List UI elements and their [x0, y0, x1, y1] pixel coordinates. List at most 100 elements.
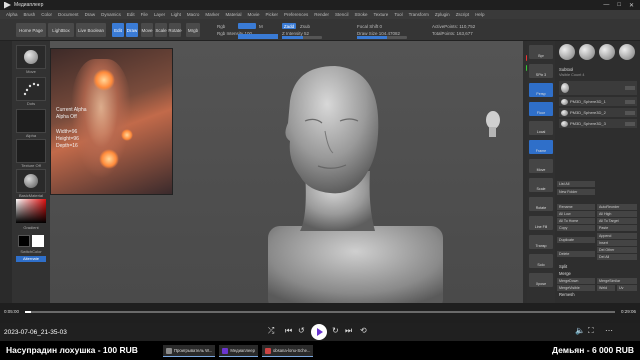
rewind-icon[interactable]: ↺	[298, 326, 305, 335]
list-all-button[interactable]: List All	[557, 181, 595, 187]
material-slot[interactable]	[16, 169, 46, 193]
subtool-row-2[interactable]: PM3D_Sphere3D_2	[559, 108, 637, 117]
zadd-button[interactable]: Zadd	[282, 23, 296, 29]
uv-button[interactable]: Uv	[617, 285, 637, 291]
rename-button[interactable]: Rename	[557, 204, 595, 210]
live-boolean-button[interactable]: Live Boolean	[76, 23, 106, 37]
volume-icon[interactable]: 🔈	[575, 326, 585, 335]
duplicate-button[interactable]: Duplicate	[557, 237, 595, 243]
merge-visible-button[interactable]: MergeVisible	[557, 285, 595, 291]
tool-thumb-3[interactable]	[599, 44, 615, 60]
close-button[interactable]: ✕	[629, 2, 634, 9]
move-button[interactable]: Move	[141, 23, 153, 37]
zmenu-item-movie[interactable]: Movie	[247, 12, 259, 17]
view-transp-button[interactable]: Transp	[529, 235, 553, 249]
zmenu-item-help[interactable]: Help	[475, 12, 484, 17]
merge-header[interactable]: Merge	[559, 271, 571, 276]
z-intensity-slider[interactable]	[282, 36, 322, 39]
view-solo-button[interactable]: Solo	[529, 254, 553, 268]
view-local-button[interactable]: Local	[529, 121, 553, 135]
zmenu-item-macro[interactable]: Macro	[187, 12, 200, 17]
weld-button[interactable]: Weld	[597, 285, 615, 291]
remesh-header[interactable]: Remesh	[559, 292, 575, 297]
rgb-intensity-slider[interactable]	[238, 34, 278, 39]
tool-thumb-4[interactable]	[619, 44, 635, 60]
tool-thumb-2[interactable]	[579, 44, 595, 60]
del-all-button[interactable]: Del All	[597, 254, 637, 260]
zmenu-item-zscript[interactable]: Zscript	[456, 12, 470, 17]
view-scale-button[interactable]: Scale	[529, 178, 553, 192]
zmenu-item-transform[interactable]: Transform	[409, 12, 429, 17]
repeat-icon[interactable]: ⟲	[360, 326, 367, 335]
autoreorder-button[interactable]: AutoReorder	[597, 204, 637, 210]
view-persp-button[interactable]: Persp	[529, 83, 553, 97]
zmenu-item-dynamics[interactable]: Dynamics	[101, 12, 121, 17]
navigation-head[interactable]	[483, 108, 503, 138]
zmenu-item-file[interactable]: File	[141, 12, 148, 17]
previous-icon[interactable]: ⏮	[285, 326, 292, 336]
edit-button[interactable]: Edit	[112, 23, 124, 37]
zmenu-item-tool[interactable]: Tool	[394, 12, 402, 17]
rgb-toggle[interactable]	[238, 23, 256, 29]
draw-size-slider[interactable]	[357, 36, 407, 39]
zmenu-item-zplugin[interactable]: Zplugin	[435, 12, 450, 17]
stroke-slot[interactable]	[16, 77, 46, 101]
zmenu-item-edit[interactable]: Edit	[127, 12, 135, 17]
taskbar-item-3[interactable]: obsana-lonu-Sche...	[261, 345, 314, 357]
zmenu-item-picker[interactable]: Picker	[265, 12, 278, 17]
subtool-title[interactable]: Subtool	[559, 67, 573, 72]
new-folder-button[interactable]: New Folder	[557, 189, 595, 195]
texture-slot[interactable]	[16, 139, 46, 163]
all-high-button[interactable]: All High	[597, 211, 637, 217]
zmenu-item-preferences[interactable]: Preferences	[284, 12, 308, 17]
append-button[interactable]: Append	[597, 233, 637, 239]
zmenu-item-alpha[interactable]: Alpha	[6, 12, 18, 17]
shuffle-icon[interactable]: ⤮	[268, 326, 274, 336]
brush-slot[interactable]	[16, 45, 46, 69]
zmenu-item-draw[interactable]: Draw	[85, 12, 96, 17]
next-icon[interactable]: ⏭	[345, 326, 352, 336]
zmenu-item-light[interactable]: Light	[171, 12, 181, 17]
forward-icon[interactable]: ↻	[332, 326, 339, 335]
switch-color-label[interactable]: SwitchColor	[16, 249, 46, 254]
zmenu-item-marker[interactable]: Marker	[205, 12, 219, 17]
insert-button[interactable]: Insert	[597, 240, 637, 246]
taskbar-item-2[interactable]: Медиаплеер	[219, 345, 258, 357]
subtool-row-1[interactable]: PM3D_Sphere3D_1	[559, 97, 637, 106]
zmenu-item-render[interactable]: Render	[314, 12, 329, 17]
minimize-button[interactable]: —	[603, 2, 609, 9]
fullscreen-icon[interactable]: ⛶	[588, 326, 594, 336]
zmenu-item-layer[interactable]: Layer	[154, 12, 165, 17]
color-picker[interactable]	[16, 199, 46, 223]
zsub-label[interactable]: Zsub	[300, 24, 310, 29]
del-other-button[interactable]: Del Other	[597, 247, 637, 253]
lightbox-button[interactable]: LightBox	[48, 23, 74, 37]
scale-button[interactable]: Scale	[155, 23, 167, 37]
delete-button[interactable]: Delete	[557, 251, 595, 257]
view-xpose-button[interactable]: Xpose	[529, 273, 553, 287]
zmenu-item-texture[interactable]: Texture	[374, 12, 389, 17]
merge-down-button[interactable]: MergeDown	[557, 278, 595, 284]
alpha-slot[interactable]	[16, 109, 46, 133]
draw-button[interactable]: Draw	[126, 23, 138, 37]
copy-button[interactable]: Copy	[557, 225, 595, 231]
subtool-row-3[interactable]: PM3D_Sphere3D_3	[559, 119, 637, 128]
view-line-fill-button[interactable]: Line Fill	[529, 216, 553, 230]
taskbar-item-1[interactable]: Проигрыватель W...	[163, 345, 216, 357]
rotate-button[interactable]: Rotate	[168, 23, 182, 37]
more-icon[interactable]: ⋯	[605, 326, 613, 335]
maximize-button[interactable]: □	[617, 2, 621, 9]
tool-thumb-1[interactable]	[559, 44, 575, 60]
zmenu-item-stroke[interactable]: Stroke	[355, 12, 368, 17]
view-move-button[interactable]: Move	[529, 159, 553, 173]
home-page-button[interactable]: Home Page	[16, 23, 46, 37]
zmenu-item-material[interactable]: Material	[225, 12, 241, 17]
all-low-button[interactable]: All Low	[557, 211, 595, 217]
seek-track[interactable]	[25, 311, 615, 313]
view-rotate-button[interactable]: Rotate	[529, 197, 553, 211]
secondary-color-swatch[interactable]	[32, 235, 44, 247]
view-frame-button[interactable]: Frame	[529, 140, 553, 154]
zmenu-item-color[interactable]: Color	[41, 12, 52, 17]
zmenu-item-stencil[interactable]: Stencil	[335, 12, 349, 17]
main-color-swatch[interactable]	[18, 235, 30, 247]
